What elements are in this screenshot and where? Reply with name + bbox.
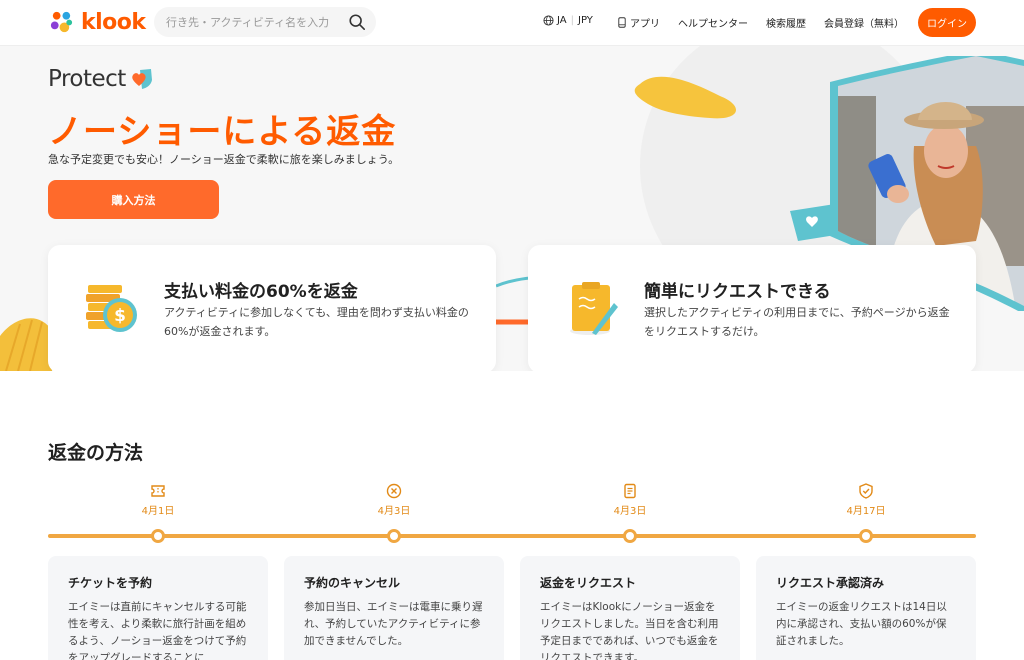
top-header: klook JA | JPY アプリ ヘルプセンター 検索履歴 会員登録（無料）… bbox=[0, 0, 1024, 46]
milestone-1: 4月1日 bbox=[118, 482, 198, 517]
timeline-line bbox=[48, 534, 976, 538]
search-icon[interactable] bbox=[348, 13, 366, 31]
step-description: エイミーの返金リクエストは14日以内に承認され、支払い額の60%が保証されました… bbox=[776, 601, 947, 647]
timeline-dot bbox=[859, 529, 873, 543]
globe-icon bbox=[543, 15, 554, 26]
help-center-link[interactable]: ヘルプセンター bbox=[678, 15, 748, 30]
hero-title: ノーショーによる返金 bbox=[48, 112, 397, 152]
step-card-cancel: 予約のキャンセル 参加日当日、エイミーは電車に乗り遅れ、予約していたアクティビテ… bbox=[284, 556, 504, 660]
clipboard-icon bbox=[570, 282, 618, 335]
coins-icon: $ bbox=[86, 285, 137, 332]
protect-logo: Protect bbox=[48, 66, 154, 92]
step-title: 返金をリクエスト bbox=[540, 576, 637, 590]
signup-link[interactable]: 会員登録（無料） bbox=[824, 15, 904, 30]
ticket-icon bbox=[151, 485, 165, 497]
search-history-link[interactable]: 検索履歴 bbox=[766, 15, 806, 30]
how-to-buy-button[interactable]: 購入方法 bbox=[48, 180, 219, 219]
search-bar[interactable] bbox=[154, 7, 376, 37]
login-button[interactable]: ログイン bbox=[918, 8, 976, 37]
step-card-approved: リクエスト承認済み エイミーの返金リクエストは14日以内に承認され、支払い額の6… bbox=[756, 556, 976, 660]
document-icon bbox=[624, 483, 636, 499]
step-title: 予約のキャンセル bbox=[304, 576, 401, 590]
milestone-4: 4月17日 bbox=[826, 482, 906, 517]
hero-section: Protect ノーショーによる返金 急な予定変更でも安心！ノーショー返金で柔軟… bbox=[0, 46, 1024, 371]
step-title: リクエスト承認済み bbox=[776, 576, 885, 590]
step-title: チケットを予約 bbox=[68, 576, 153, 590]
step-description: 参加日当日、エイミーは電車に乗り遅れ、予約していたアクティビティに参加できません… bbox=[304, 601, 483, 647]
logo-text: klook bbox=[81, 10, 146, 35]
protect-label: Protect bbox=[48, 66, 126, 92]
refund-method-title: 返金の方法 bbox=[48, 442, 144, 464]
step-card-request: 返金をリクエスト エイミーはKlookにノーショー返金をリクエストしました。当日… bbox=[520, 556, 740, 660]
app-label: アプリ bbox=[630, 19, 660, 30]
milestone-2: 4月3日 bbox=[354, 482, 434, 517]
help-center-label: ヘルプセンター bbox=[678, 19, 748, 30]
cancel-icon bbox=[386, 483, 402, 499]
app-link[interactable]: アプリ bbox=[617, 15, 660, 30]
nav-divider: | bbox=[570, 15, 574, 26]
feature-description: アクティビティに参加しなくても、理由を問わず支払い料金の60%が返金されます。 bbox=[164, 306, 469, 338]
timeline-dot bbox=[623, 529, 637, 543]
currency-label: JPY bbox=[578, 15, 593, 26]
signup-label: 会員登録（無料） bbox=[824, 19, 904, 30]
hero-subtitle: 急な予定変更でも安心！ノーショー返金で柔軟に旅を楽しみましょう。 bbox=[48, 153, 400, 166]
phone-icon bbox=[618, 17, 626, 28]
milestone-date: 4月17日 bbox=[846, 506, 886, 517]
feature-description: 選択したアクティビティの利用日までに、予約ページから返金をリクエストするだけ。 bbox=[644, 306, 950, 338]
search-input[interactable] bbox=[166, 15, 346, 29]
feature-title: 支払い料金の60%を返金 bbox=[164, 282, 358, 302]
timeline-dot bbox=[151, 529, 165, 543]
milestone-date: 4月3日 bbox=[613, 506, 647, 517]
milestone-3: 4月3日 bbox=[590, 482, 670, 517]
klook-logo-icon bbox=[50, 11, 73, 33]
svg-text:$: $ bbox=[114, 306, 126, 326]
milestone-date: 4月3日 bbox=[377, 506, 411, 517]
feature-card-refund: $ 支払い料金の60%を返金 アクティビティに参加しなくても、理由を問わず支払い… bbox=[48, 245, 496, 371]
language-label: JA bbox=[557, 15, 567, 26]
feature-title: 簡単にリクエストできる bbox=[644, 282, 831, 302]
timeline-dot bbox=[387, 529, 401, 543]
milestone-date: 4月1日 bbox=[141, 506, 175, 517]
step-description: エイミーはKlookにノーショー返金をリクエストしました。当日を含む利用予定日ま… bbox=[540, 601, 719, 660]
step-description: エイミーは直前にキャンセルする可能性を考え、より柔軟に旅行計画を組めるよう、ノー… bbox=[68, 601, 247, 660]
language-currency-selector[interactable]: JA | JPY bbox=[543, 15, 593, 26]
step-card-book: チケットを予約 エイミーは直前にキャンセルする可能性を考え、より柔軟に旅行計画を… bbox=[48, 556, 268, 660]
heart-shield-icon bbox=[132, 69, 152, 89]
feature-card-easy-request: 簡単にリクエストできる 選択したアクティビティの利用日までに、予約ページから返金… bbox=[528, 245, 976, 371]
shield-check-icon bbox=[859, 483, 873, 499]
search-history-label: 検索履歴 bbox=[766, 19, 806, 30]
klook-logo[interactable]: klook bbox=[48, 9, 146, 36]
